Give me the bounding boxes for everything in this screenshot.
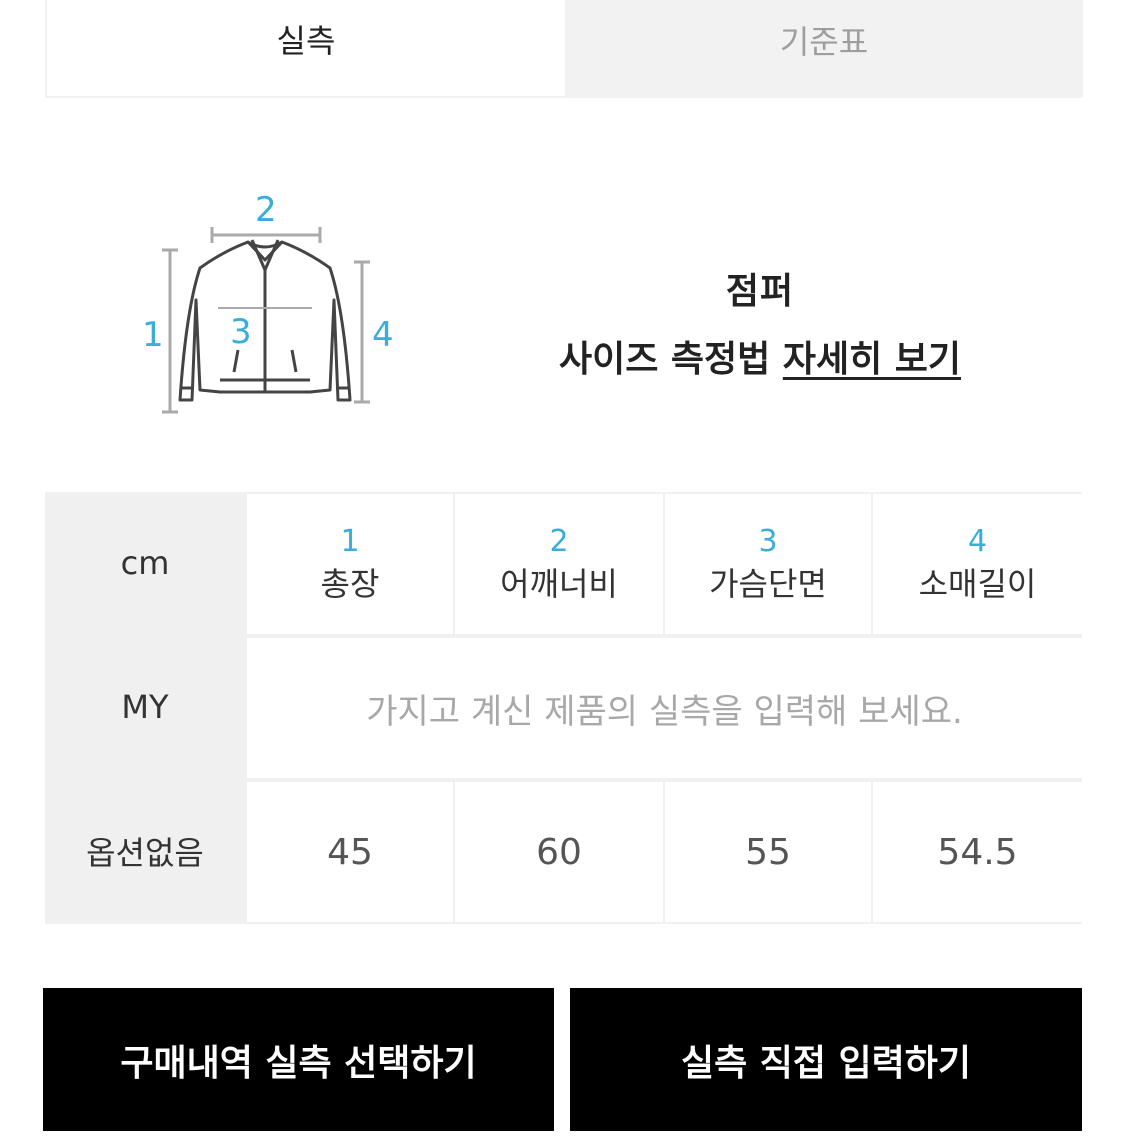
column-header-sleeve: 4 소매길이 (873, 494, 1082, 634)
column-header-shoulder: 2 어깨너비 (455, 494, 663, 634)
option-row-label: 옵션없음 (45, 780, 245, 922)
jacket-measure-diagram: 2 1 3 4 (130, 180, 420, 430)
table-cell-value: 60 (536, 831, 582, 873)
table-header-row: cm 1 총장 2 어깨너비 3 가슴단면 4 소매길이 (45, 492, 1082, 636)
column-label: 총장 (320, 565, 380, 603)
my-size-row: MY 가지고 계신 제품의 실측을 입력해 보세요. (45, 636, 1082, 780)
option-size-row: 옵션없음 45 60 55 54.5 (45, 780, 1082, 924)
marker-sleeve: 4 (372, 315, 394, 355)
value-length: 45 (247, 782, 453, 922)
column-number: 4 (967, 524, 988, 559)
direct-input-button[interactable]: 실측 직접 입력하기 (570, 988, 1082, 1131)
my-row-label: MY (45, 636, 245, 778)
measure-guide: 사이즈 측정법 자세히 보기 (540, 330, 980, 382)
unit-label: cm (45, 492, 245, 634)
column-label: 가슴단면 (709, 565, 827, 603)
value-chest: 55 (665, 782, 871, 922)
size-table: cm 1 총장 2 어깨너비 3 가슴단면 4 소매길이 MY 가지고 계신 제… (45, 492, 1082, 924)
table-cell-value: 45 (327, 831, 373, 873)
table-cell-value: 54.5 (937, 831, 1018, 873)
tab-size-chart-label: 기준표 (779, 23, 869, 61)
tab-actual-measure[interactable]: 실측 (45, 0, 565, 98)
column-label: 소매길이 (918, 565, 1037, 603)
product-info: 점퍼 사이즈 측정법 자세히 보기 (540, 262, 980, 382)
value-shoulder: 60 (455, 782, 663, 922)
column-number: 3 (758, 524, 778, 559)
tab-size-chart[interactable]: 기준표 (565, 0, 1083, 98)
column-header-chest: 3 가슴단면 (665, 494, 871, 634)
tab-actual-measure-label: 실측 (276, 22, 336, 60)
marker-chest: 3 (230, 312, 252, 352)
marker-length: 1 (142, 315, 164, 355)
measure-tabs: 실측 기준표 (45, 0, 1083, 98)
my-size-input[interactable]: 가지고 계신 제품의 실측을 입력해 보세요. (247, 638, 1082, 778)
measure-guide-prefix: 사이즈 측정법 (559, 339, 771, 380)
marker-shoulder: 2 (255, 190, 277, 230)
column-number: 2 (549, 524, 569, 559)
column-number: 1 (340, 524, 360, 559)
select-from-purchase-button[interactable]: 구매내역 실측 선택하기 (43, 988, 554, 1131)
column-header-length: 1 총장 (247, 494, 453, 634)
column-label: 어깨너비 (500, 565, 618, 603)
table-cell-value: 55 (745, 831, 791, 873)
product-type-title: 점퍼 (725, 271, 795, 312)
value-sleeve: 54.5 (873, 782, 1082, 922)
measure-guide-link[interactable]: 자세히 보기 (783, 339, 961, 380)
